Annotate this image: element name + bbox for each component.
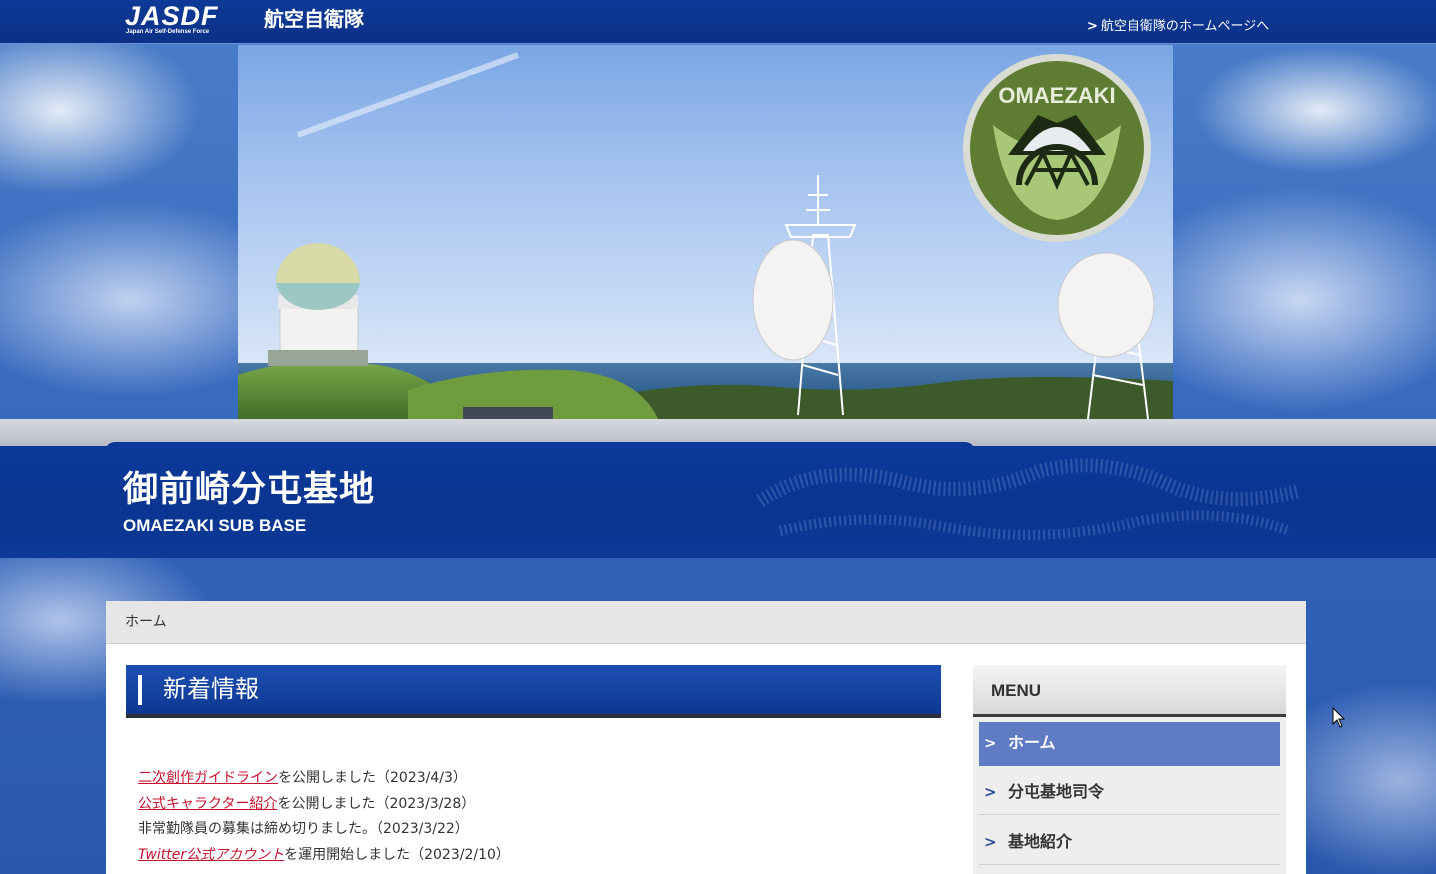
news-item: 公式キャラクター紹介を公開しました（2023/3/28） (138, 794, 938, 820)
omaezaki-emblem: OMAEZAKI (963, 54, 1151, 242)
news-item-text: を運用開始しました（2023/2/10） (284, 846, 510, 863)
side-menu: MENU > ホーム > 分屯基地司令 > 基地紹介 (973, 665, 1286, 874)
news-item-link[interactable]: 公式キャラクター紹介 (138, 796, 277, 812)
world-map-decoration (756, 458, 1302, 540)
breadcrumb: ホーム (106, 601, 1306, 644)
home-link-label: 航空自衛隊のホームページへ (1100, 19, 1270, 34)
jasdf-home-link[interactable]: > 航空自衛隊のホームページへ (1087, 18, 1269, 36)
heading-accent-bar (138, 675, 142, 705)
chevron-right-icon: > (984, 783, 997, 801)
site-title: 御前崎分屯基地 (123, 470, 376, 510)
menu-item-home[interactable]: > ホーム (979, 722, 1280, 766)
menu-item-commander[interactable]: > 分屯基地司令 (979, 771, 1280, 815)
news-item: 二次創作ガイドラインを公開しました（2023/4/3） (138, 768, 938, 794)
logo-subtext: Japan Air Self-Defense Force (126, 29, 210, 35)
news-item: 非常勤隊員の募集は締め切りました。（2023/3/22） (138, 819, 938, 845)
site-subtitle: OMAEZAKI SUB BASE (123, 516, 307, 535)
site-title-band: 御前崎分屯基地 OMAEZAKI SUB BASE (0, 446, 1436, 558)
hero-banner-image: OMAEZAKI (238, 45, 1173, 419)
news-list: 二次創作ガイドラインを公開しました（2023/4/3） 公式キャラクター紹介を公… (138, 768, 938, 870)
menu-heading-label: MENU (991, 681, 1042, 700)
news-heading-label: 新着情報 (163, 675, 259, 703)
global-header: JASDF Japan Air Self-Defense Force 航空自衛隊… (0, 0, 1436, 44)
breadcrumb-current: ホーム (125, 614, 167, 630)
news-heading: 新着情報 (126, 665, 941, 718)
logo-wordmark: JASDF (125, 1, 219, 31)
chevron-right-icon: > (984, 734, 997, 752)
jasdf-logo[interactable]: JASDF Japan Air Self-Defense Force 航空自衛隊 (125, 2, 375, 38)
news-item-link[interactable]: Twitter公式アカウント (138, 847, 284, 863)
menu-item-label: 分屯基地司令 (1008, 782, 1105, 801)
menu-list: > ホーム > 分屯基地司令 > 基地紹介 (973, 717, 1286, 874)
svg-text:OMAEZAKI: OMAEZAKI (998, 83, 1115, 108)
menu-item-label: 基地紹介 (1008, 832, 1073, 851)
menu-item-label: ホーム (1008, 733, 1056, 752)
chevron-right-icon: > (1087, 19, 1098, 34)
content-panel: ホーム 新着情報 二次創作ガイドラインを公開しました（2023/4/3） 公式キ… (106, 601, 1306, 874)
news-item-text: 非常勤隊員の募集は締め切りました。（2023/3/22） (138, 821, 469, 837)
menu-heading: MENU (973, 665, 1286, 717)
news-item-text: を公開しました（2023/3/28） (277, 795, 476, 812)
mouse-cursor-icon (1332, 707, 1346, 728)
news-item: Twitter公式アカウントを運用開始しました（2023/2/10） (138, 845, 938, 871)
news-item-text: を公開しました（2023/4/3） (278, 770, 467, 786)
chevron-right-icon: > (984, 833, 997, 851)
menu-item-base-intro[interactable]: > 基地紹介 (979, 821, 1280, 865)
news-item-link[interactable]: 二次創作ガイドライン (138, 770, 278, 786)
logo-kanji: 航空自衛隊 (264, 7, 364, 31)
hero-landscape: OMAEZAKI (238, 52, 1173, 419)
